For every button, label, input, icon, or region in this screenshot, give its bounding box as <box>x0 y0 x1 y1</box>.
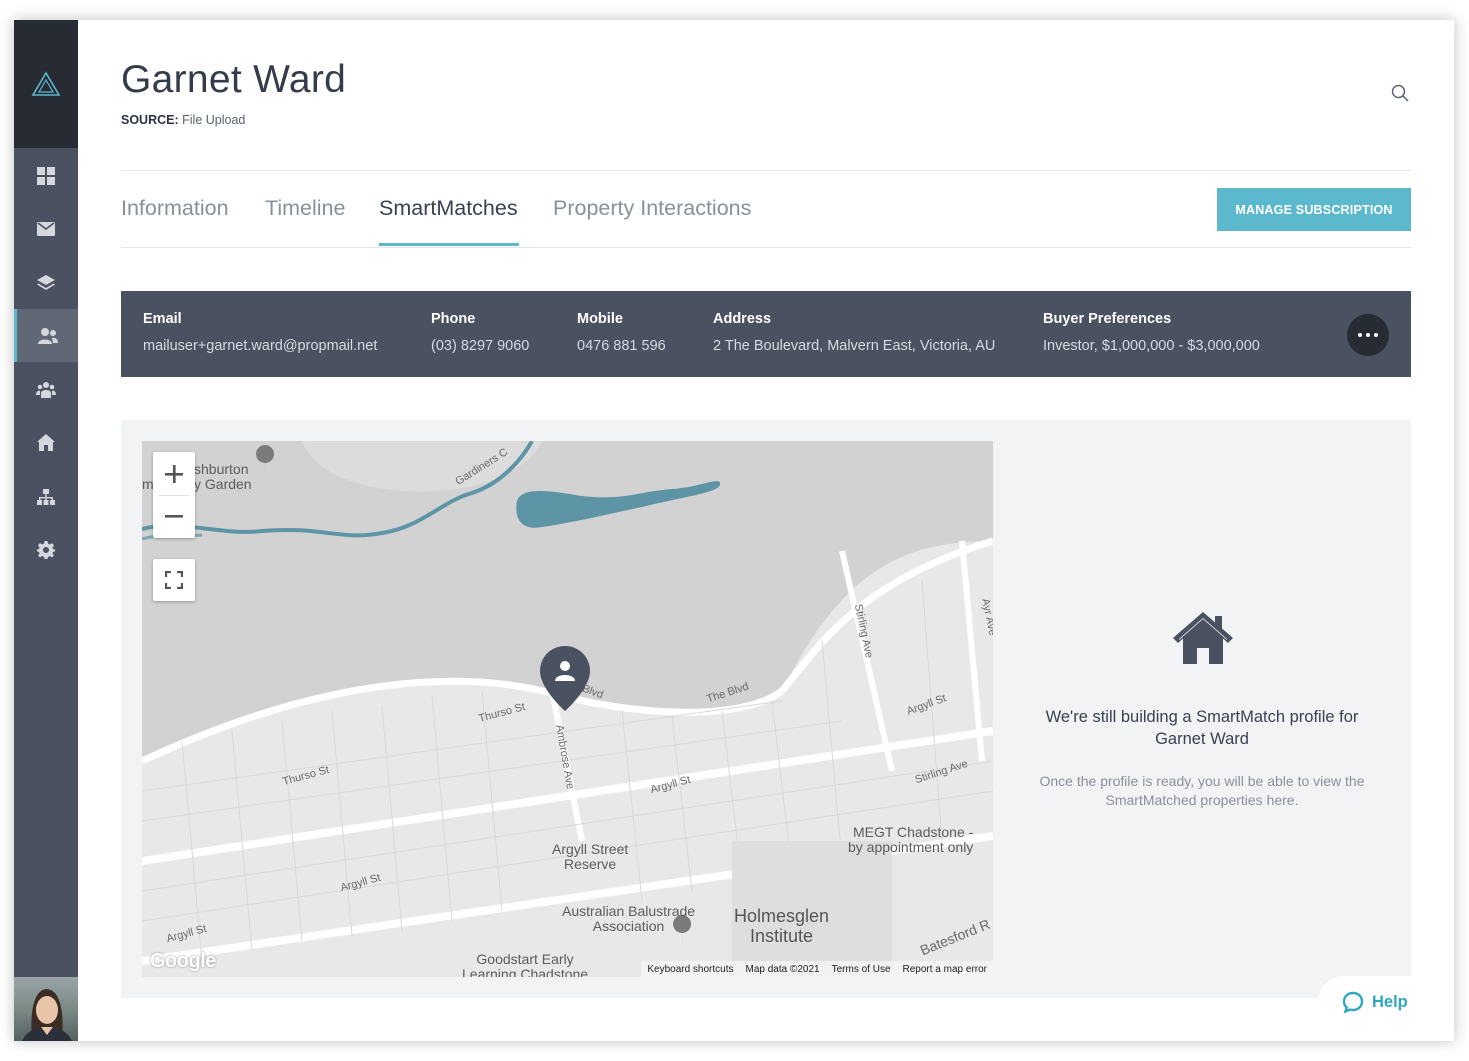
address-label: Address <box>713 311 772 327</box>
map-label-balustrade: Australian Balustrade Association <box>562 903 696 934</box>
user-avatar[interactable] <box>14 977 78 1041</box>
tab-property-interactions[interactable]: Property Interactions <box>553 196 751 221</box>
gear-icon <box>37 540 55 559</box>
empty-state-title: We're still building a SmartMatch profil… <box>1045 708 1359 748</box>
mobile-label: Mobile <box>577 311 623 327</box>
triangle-logo-icon <box>31 71 61 96</box>
home-icon <box>37 434 55 451</box>
sidebar-item-mail[interactable] <box>14 202 78 255</box>
chat-bubble-icon <box>1342 991 1364 1013</box>
active-tab-indicator <box>379 243 519 246</box>
map-label-holmesglen: Holmesglen Institute <box>734 906 830 946</box>
map-data-text: Map data ©2021 <box>745 963 820 975</box>
empty-state-subtitle: Once the profile is ready, you will be a… <box>1039 773 1365 808</box>
tab-timeline[interactable]: Timeline <box>265 196 345 221</box>
sidebar-item-groups[interactable] <box>14 363 78 416</box>
mail-icon <box>37 221 55 236</box>
app-window: Garnet Ward SOURCE: File Upload Informat… <box>14 20 1454 1041</box>
source-line: SOURCE: File Upload <box>121 113 245 127</box>
zoom-controls <box>153 452 195 538</box>
source-label: SOURCE: <box>121 113 179 127</box>
search-icon[interactable] <box>1391 84 1409 102</box>
sidebar-item-settings[interactable] <box>14 523 78 576</box>
sidebar-item-layers[interactable] <box>14 256 78 309</box>
phone-label: Phone <box>431 311 476 327</box>
map-label-goodstart: Goodstart Early Learning Chadstone <box>462 951 589 978</box>
google-logo: Google <box>150 950 216 972</box>
map-footer: Keyboard shortcuts Map data ©2021 Terms … <box>641 961 993 977</box>
help-button[interactable]: Help <box>1318 976 1432 1028</box>
logo[interactable] <box>14 20 78 148</box>
groups-icon <box>36 381 56 398</box>
preferences-block: Buyer Preferences Investor, $1,000,000 -… <box>1043 311 1260 354</box>
sidebar <box>14 20 78 1041</box>
tab-information[interactable]: Information <box>121 196 229 221</box>
terms-link[interactable]: Terms of Use <box>832 964 891 975</box>
phone-block: Phone (03) 8297 9060 <box>431 311 529 354</box>
plus-icon <box>165 464 183 483</box>
page-title: Garnet Ward <box>121 58 347 101</box>
address-value: 2 The Boulevard, Malvern East, Victoria,… <box>713 338 996 354</box>
sidebar-item-organisation[interactable] <box>14 470 78 523</box>
address-block: Address 2 The Boulevard, Malvern East, V… <box>713 311 995 354</box>
report-error-link[interactable]: Report a map error <box>903 964 987 975</box>
layers-icon <box>37 274 55 290</box>
keyboard-shortcuts-link[interactable]: Keyboard shortcuts <box>647 964 733 975</box>
smartmatch-panel: m shburton y Garden Argyll Street Reserv… <box>121 420 1411 998</box>
help-label: Help <box>1372 992 1408 1011</box>
preferences-value: Investor, $1,000,000 - $3,000,000 <box>1043 338 1260 354</box>
phone-value: (03) 8297 9060 <box>431 338 530 354</box>
header-divider <box>121 170 1411 171</box>
mobile-value: 0476 881 596 <box>577 338 666 354</box>
empty-state: We're still building a SmartMatch profil… <box>1001 420 1403 998</box>
fullscreen-button[interactable] <box>153 559 195 601</box>
main-content: Garnet Ward SOURCE: File Upload Informat… <box>78 20 1454 1041</box>
email-block: Email mailuser+garnet.ward@propmail.net <box>143 311 377 354</box>
dashboard-icon <box>37 166 55 185</box>
preferences-label: Buyer Preferences <box>1043 311 1172 327</box>
avatar-photo <box>22 989 72 1041</box>
zoom-in-button[interactable] <box>153 452 195 495</box>
map-label-megt: MEGT Chadstone - by appointment only <box>848 824 974 855</box>
map[interactable]: m shburton y Garden Argyll Street Reserv… <box>142 441 993 977</box>
map-label-garden: shburton y Garden <box>194 461 252 492</box>
fullscreen-icon <box>165 571 183 589</box>
map-background <box>142 441 993 977</box>
house-icon <box>1173 612 1233 664</box>
tab-smartmatches[interactable]: SmartMatches <box>379 196 518 221</box>
manage-subscription-button[interactable]: MANAGE SUBSCRIPTION <box>1217 188 1411 231</box>
email-value: mailuser+garnet.ward@propmail.net <box>143 338 378 354</box>
zoom-divider <box>159 495 189 496</box>
minus-icon <box>165 514 183 518</box>
sidebar-item-properties[interactable] <box>14 416 78 469</box>
contact-info-bar: Email mailuser+garnet.ward@propmail.net … <box>121 291 1411 377</box>
map-label-garden-prefix: m <box>142 476 154 492</box>
email-label: Email <box>143 311 182 327</box>
zoom-out-button[interactable] <box>153 495 195 538</box>
sidebar-item-contacts[interactable] <box>14 309 78 362</box>
sitemap-icon <box>37 488 55 505</box>
contacts-icon <box>37 327 58 344</box>
tabs-divider <box>121 247 1411 248</box>
map-label-argyll-reserve: Argyll Street Reserve <box>552 841 629 872</box>
sidebar-item-dashboard[interactable] <box>14 149 78 202</box>
mobile-block: Mobile 0476 881 596 <box>577 311 666 354</box>
source-value: File Upload <box>182 113 246 127</box>
more-options-button[interactable] <box>1347 314 1389 356</box>
ellipsis-icon <box>1358 333 1378 337</box>
